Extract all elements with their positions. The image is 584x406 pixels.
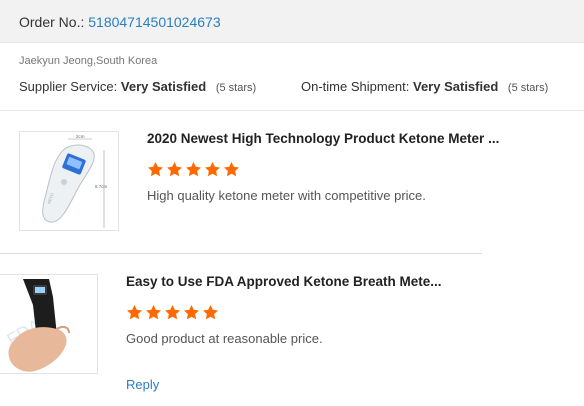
product-rating-stars xyxy=(147,161,240,178)
product-image[interactable]: FDA xyxy=(0,274,98,374)
star-icon xyxy=(184,305,199,320)
product-title[interactable]: 2020 Newest High Technology Product Keto… xyxy=(147,131,499,146)
width-dimension-label: 2cm xyxy=(76,134,85,139)
product-rating-stars xyxy=(126,304,219,321)
shipment-label: On-time Shipment: xyxy=(301,79,410,94)
star-icon xyxy=(146,305,161,320)
product-review-comment: Good product at reasonable price. xyxy=(126,331,323,346)
supplier-service-value: Very Satisfied xyxy=(120,79,207,94)
product-review-comment: High quality ketone meter with competiti… xyxy=(147,188,426,203)
product-title[interactable]: Easy to Use FDA Approved Ketone Breath M… xyxy=(126,274,442,289)
star-icon xyxy=(165,305,180,320)
order-label: Order No.: xyxy=(19,14,85,30)
shipment-note: (5 stars) xyxy=(507,82,549,94)
product-divider xyxy=(0,253,482,254)
product-image[interactable]: 2cm 8.7cm KETO xyxy=(19,131,119,231)
star-icon xyxy=(167,162,182,177)
star-icon xyxy=(205,162,220,177)
section-divider xyxy=(0,110,584,111)
shipment-rating: On-time Shipment: Very Satisfied (5 star… xyxy=(301,79,548,94)
height-dimension-label: 8.7cm xyxy=(95,184,108,189)
supplier-service-rating: Supplier Service: Very Satisfied (5 star… xyxy=(19,79,256,94)
breath-meter-image: FDA xyxy=(0,275,97,373)
buyer-info: Jaekyun Jeong,South Korea xyxy=(19,55,158,67)
supplier-service-label: Supplier Service: xyxy=(19,79,118,94)
ratings-summary: Supplier Service: Very Satisfied (5 star… xyxy=(19,79,579,97)
order-number-link[interactable]: 51804714501024673 xyxy=(88,14,220,30)
star-icon xyxy=(127,305,142,320)
supplier-service-note: (5 stars) xyxy=(215,82,257,94)
star-icon xyxy=(148,162,163,177)
order-label-line: Order No.: 51804714501024673 xyxy=(19,14,221,30)
star-icon xyxy=(203,305,218,320)
order-header: Order No.: 51804714501024673 xyxy=(0,0,584,43)
star-icon xyxy=(186,162,201,177)
ketone-meter-image: 2cm 8.7cm KETO xyxy=(20,132,118,230)
shipment-value: Very Satisfied xyxy=(413,79,499,94)
star-icon xyxy=(224,162,239,177)
reply-link[interactable]: Reply xyxy=(126,377,159,392)
